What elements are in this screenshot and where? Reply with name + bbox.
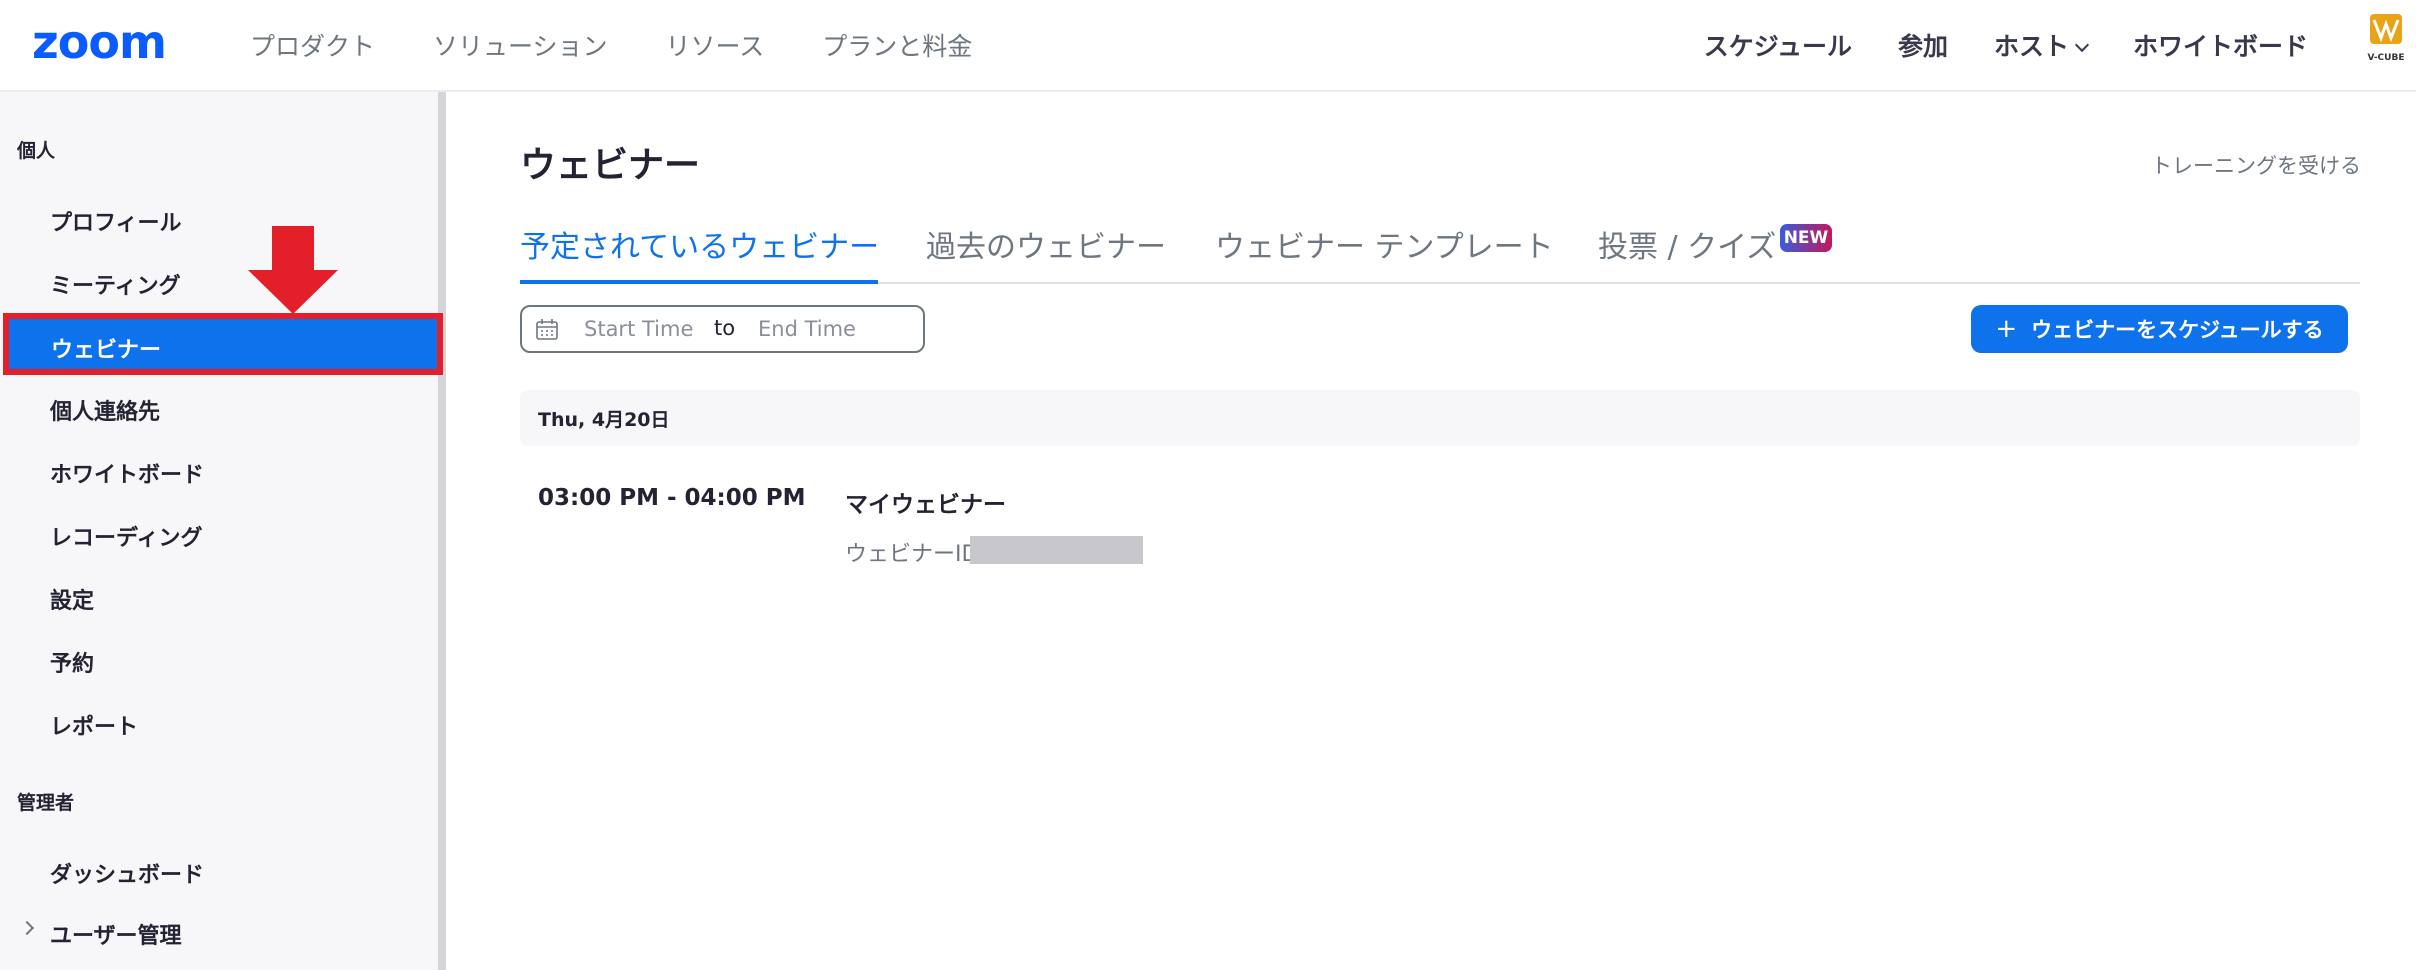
webinar-id-label: ウェビナーID: [845, 542, 979, 567]
sidebar-item-dashboard[interactable]: ダッシュボード: [50, 857, 204, 889]
annotation-arrow-icon: [248, 226, 338, 314]
sidebar-item-contacts[interactable]: 個人連絡先: [50, 394, 160, 426]
chevron-down-icon: [2074, 37, 2090, 53]
tab-templates[interactable]: ウェビナー テンプレート: [1215, 222, 1554, 266]
nav-whiteboard[interactable]: ホワイトボード: [2133, 27, 2308, 63]
zoom-logo[interactable]: zoom: [32, 18, 200, 68]
tab-previous[interactable]: 過去のウェビナー: [926, 222, 1166, 266]
sidebar-item-settings[interactable]: 設定: [50, 583, 94, 615]
sidebar-item-profile[interactable]: プロフィール: [50, 205, 182, 237]
vcube-logo: V-CUBE: [2364, 12, 2408, 64]
sidebar-item-reservations[interactable]: 予約: [50, 646, 94, 678]
sidebar-item-user-management[interactable]: ユーザー管理: [50, 918, 182, 950]
sidebar-scrollbar[interactable]: [438, 92, 446, 970]
svg-text:zoom: zoom: [32, 18, 166, 66]
nav-join[interactable]: 参加: [1898, 27, 1948, 63]
sidebar-item-whiteboard[interactable]: ホワイトボード: [50, 457, 204, 489]
tab-polls-quizzes[interactable]: 投票 / クイズ: [1598, 222, 1776, 266]
top-navbar: zoom プロダクト ソリューション リソース プランと料金 スケジュール 参加…: [0, 0, 2416, 92]
nav-resources[interactable]: リソース: [666, 27, 765, 63]
new-badge: NEW: [1780, 224, 1832, 252]
page-title: ウェビナー: [520, 145, 701, 186]
sidebar-item-label: ウェビナー: [51, 338, 162, 363]
webinar-name-link[interactable]: マイウェビナー: [845, 485, 1006, 519]
date-range-separator: to: [714, 316, 736, 340]
sidebar-section-personal: 個人: [17, 140, 56, 162]
date-range-picker[interactable]: Start Time to End Time: [520, 305, 925, 353]
plus-icon: +: [1995, 314, 2018, 344]
nav-host-label: ホスト: [1993, 32, 2069, 61]
day-header-label: Thu, 4月20日: [538, 409, 670, 431]
nav-pricing[interactable]: プランと料金: [822, 27, 972, 63]
schedule-webinar-button[interactable]: + ウェビナーをスケジュールする: [1971, 305, 2348, 353]
training-link[interactable]: トレーニングを受ける: [2151, 150, 2361, 180]
nav-schedule[interactable]: スケジュール: [1704, 27, 1852, 63]
day-header: Thu, 4月20日: [520, 390, 2360, 446]
nav-solutions[interactable]: ソリューション: [433, 27, 608, 63]
sidebar-item-reports[interactable]: レポート: [50, 709, 138, 741]
webinar-time: 03:00 PM - 04:00 PM: [538, 485, 806, 511]
schedule-webinar-label: ウェビナーをスケジュールする: [2031, 318, 2324, 342]
svg-text:V-CUBE: V-CUBE: [2368, 53, 2405, 63]
nav-host[interactable]: ホスト: [1993, 27, 2090, 63]
sidebar-section-admin: 管理者: [17, 792, 75, 814]
sidebar-item-recordings[interactable]: レコーディング: [50, 520, 202, 552]
start-time-input[interactable]: Start Time: [584, 317, 693, 341]
tab-upcoming[interactable]: 予定されているウェビナー: [520, 222, 879, 266]
calendar-icon: [536, 319, 558, 340]
webinar-tabs: 予定されているウェビナー 過去のウェビナー ウェビナー テンプレート 投票 / …: [520, 222, 2360, 284]
sidebar-item-meetings[interactable]: ミーティング: [50, 268, 181, 300]
active-tab-indicator: [520, 280, 878, 284]
webinar-id-redacted: [970, 536, 1143, 564]
nav-products[interactable]: プロダクト: [250, 27, 375, 63]
sidebar-item-webinars[interactable]: ウェビナー: [3, 313, 443, 375]
end-time-input[interactable]: End Time: [758, 317, 856, 341]
